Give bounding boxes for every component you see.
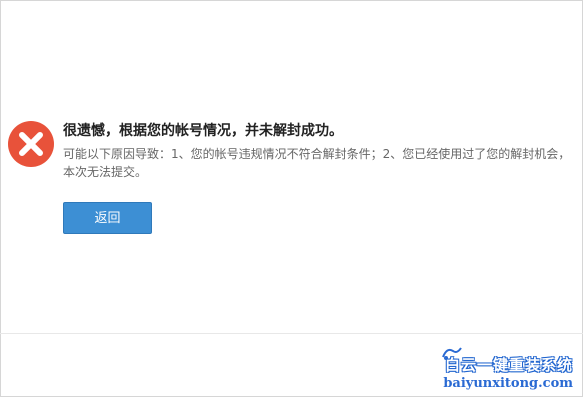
watermark-url-text: baiyunxitong.com bbox=[443, 376, 573, 391]
error-icon bbox=[8, 121, 54, 167]
divider bbox=[0, 333, 583, 334]
error-description: 可能以下原因导致：1、您的帐号违规情况不符合解封条件；2、您已经使用过了您的解封… bbox=[63, 147, 571, 179]
error-title: 很遗憾，根据您的帐号情况，并未解封成功。 bbox=[63, 123, 343, 139]
watermark: 白云一键重装系统 baiyunxitong.com bbox=[443, 354, 573, 391]
watermark-cn-text: 白云一键重装系统 bbox=[444, 356, 573, 374]
back-button[interactable]: 返回 bbox=[63, 202, 152, 234]
page-frame bbox=[0, 0, 583, 397]
